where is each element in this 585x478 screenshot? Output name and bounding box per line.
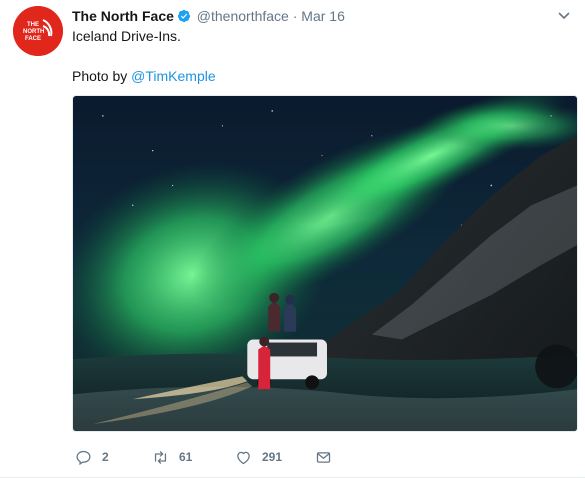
reply-count: 2	[102, 450, 109, 464]
chevron-down-icon[interactable]	[558, 10, 570, 22]
reply-button[interactable]: 2	[75, 445, 109, 469]
north-face-logo: THE NORTH FACE	[13, 6, 63, 56]
envelope-icon	[316, 451, 331, 463]
logo-text-face: FACE	[25, 36, 41, 42]
logo-text-the: THE	[27, 22, 39, 28]
tweet-actions: 2 61 291	[72, 445, 572, 469]
like-button[interactable]: 291	[235, 445, 282, 469]
tweet-photo[interactable]	[72, 95, 578, 432]
tweet-card[interactable]: THE NORTH FACE The North Face @thenorthf…	[0, 0, 585, 478]
photo-credit: Photo by @TimKemple	[72, 67, 216, 85]
reply-icon	[76, 450, 91, 465]
account-handle[interactable]: @thenorthface	[197, 8, 289, 24]
retweet-count: 61	[179, 450, 193, 464]
tweet-text: Iceland Drive-Ins.	[72, 28, 181, 44]
logo-text-north: NORTH	[23, 29, 44, 35]
retweet-button[interactable]: 61	[152, 445, 192, 469]
direct-message-button[interactable]	[315, 445, 342, 469]
tweet-header: The North Face @thenorthface · Mar 16	[72, 7, 345, 25]
like-count: 291	[262, 450, 283, 464]
verified-badge-icon	[177, 9, 191, 23]
avatar[interactable]: THE NORTH FACE	[13, 6, 63, 56]
tweet-date[interactable]: Mar 16	[301, 8, 345, 24]
account-name[interactable]: The North Face	[72, 8, 174, 24]
heart-icon	[237, 451, 250, 464]
photo-credit-mention[interactable]: @TimKemple	[131, 68, 216, 84]
aurora-photo	[73, 96, 577, 431]
photo-credit-prefix: Photo by	[72, 68, 132, 84]
retweet-icon	[154, 450, 167, 464]
header-separator: ·	[292, 8, 298, 24]
